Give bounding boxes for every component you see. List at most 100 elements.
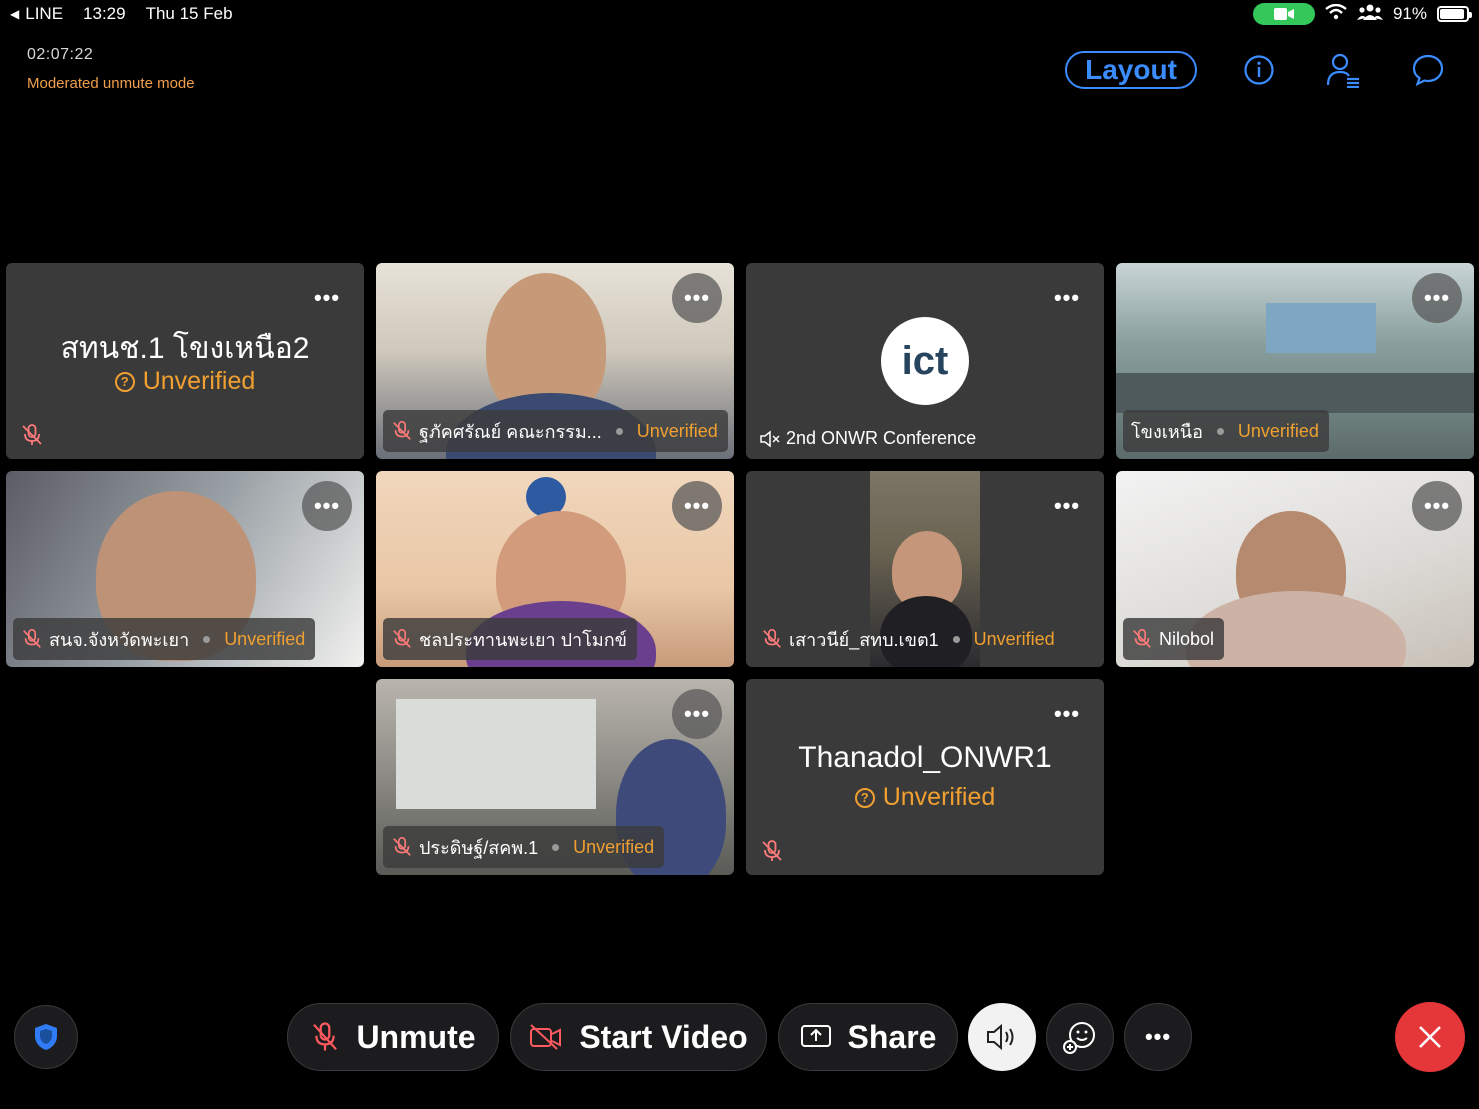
more-options-button[interactable]: ••• bbox=[1412, 481, 1462, 531]
participant-name: ชลประทานพะเยา ปาโมกข์ bbox=[419, 629, 627, 650]
security-button[interactable] bbox=[14, 1005, 78, 1069]
more-options-button[interactable]: ••• bbox=[302, 481, 352, 531]
separator-dot bbox=[203, 635, 211, 643]
verification-status: ? Unverified bbox=[746, 783, 1104, 812]
more-options-button[interactable]: ••• bbox=[672, 481, 722, 531]
participant-tile[interactable]: Thanadol_ONWR1 ? Unverified ••• bbox=[746, 679, 1104, 875]
more-options-button[interactable]: ••• bbox=[1412, 273, 1462, 323]
mic-muted-icon bbox=[1133, 629, 1151, 648]
unverified-label: Unverified bbox=[1237, 420, 1319, 441]
participant-tile[interactable]: สทนช.1 โขงเหนือ2 ? Unverified ••• bbox=[6, 263, 364, 459]
participant-label: ฐภัคศรัณย์ คณะกรรม... Unverified bbox=[383, 410, 728, 452]
mic-muted-icon bbox=[393, 421, 411, 440]
mic-muted-icon bbox=[22, 424, 42, 445]
unverified-label: Unverified bbox=[573, 836, 655, 857]
participant-tile[interactable]: ••• สนจ.จังหวัดพะเยา Unverified bbox=[6, 471, 364, 667]
participant-label: เสาวนีย์_สทบ.เขต1 Unverified bbox=[753, 618, 1065, 660]
separator-dot bbox=[615, 427, 623, 435]
more-options-button[interactable]: ••• bbox=[672, 689, 722, 739]
participant-label: ชลประทานพะเยา ปาโมกข์ bbox=[383, 618, 637, 660]
start-video-button[interactable]: Start Video bbox=[510, 1003, 767, 1071]
separator-dot bbox=[1216, 427, 1224, 435]
speaker-icon bbox=[987, 1023, 1014, 1051]
mic-muted-icon bbox=[763, 629, 781, 648]
mic-muted-icon bbox=[313, 1022, 338, 1051]
participant-label: โขงเหนือ Unverified bbox=[1123, 410, 1329, 452]
clock: 13:29 bbox=[83, 4, 126, 23]
unmute-label: Unmute bbox=[356, 1018, 476, 1055]
shield-icon bbox=[35, 1024, 57, 1050]
participant-tile[interactable]: ••• ประดิษฐ์/สคพ.1 Unverified bbox=[376, 679, 734, 875]
battery-percent: 91% bbox=[1392, 4, 1427, 23]
more-options-button[interactable]: ••• bbox=[302, 273, 352, 323]
ict-logo: ict bbox=[881, 317, 969, 405]
more-options-button[interactable]: ••• bbox=[1042, 481, 1092, 531]
unverified-label: Unverified bbox=[636, 420, 718, 441]
separator-dot bbox=[552, 843, 560, 851]
participant-name: 2nd ONWR Conference bbox=[786, 428, 977, 448]
unmute-button[interactable]: Unmute bbox=[287, 1003, 499, 1071]
participant-tile[interactable]: ••• เสาวนีย์_สทบ.เขต1 Unverified bbox=[746, 471, 1104, 667]
more-icon: ••• bbox=[1144, 1024, 1172, 1049]
status-bar-left: ◀ LINE 13:29 Thu 15 Feb bbox=[10, 4, 233, 24]
chat-icon[interactable] bbox=[1408, 50, 1448, 90]
participants-icon[interactable] bbox=[1323, 50, 1363, 90]
participant-name: Thanadol_ONWR1 bbox=[798, 741, 1052, 774]
verification-status: ? Unverified bbox=[6, 367, 364, 396]
back-arrow-icon[interactable]: ◀ bbox=[10, 7, 19, 21]
participant-tile[interactable]: ••• ชลประทานพะเยา ปาโมกข์ bbox=[376, 471, 734, 667]
participant-name: สทนช.1 โขงเหนือ2 bbox=[60, 332, 310, 365]
participant-name: ฐภัคศรัณย์ คณะกรรม... bbox=[419, 421, 602, 442]
speaker-muted-icon bbox=[760, 429, 780, 448]
participant-label: Nilobol bbox=[1123, 618, 1225, 660]
mic-muted-icon bbox=[762, 840, 782, 861]
reactions-button[interactable] bbox=[1046, 1003, 1114, 1071]
participant-tile[interactable]: ••• โขงเหนือ Unverified bbox=[1116, 263, 1474, 459]
mic-muted-icon bbox=[23, 629, 41, 648]
question-icon: ? bbox=[114, 371, 135, 392]
participant-name: โขงเหนือ bbox=[1131, 421, 1203, 442]
layout-button[interactable]: Layout bbox=[1065, 51, 1197, 89]
unverified-label: Unverified bbox=[142, 367, 256, 395]
participant-name: สนจ.จังหวัดพะเยา bbox=[49, 629, 190, 650]
camera-in-use-icon bbox=[1252, 3, 1315, 25]
meeting-timer: 02:07:22 bbox=[27, 46, 94, 63]
add-reaction-icon bbox=[1063, 1022, 1095, 1054]
meeting-table bbox=[1116, 373, 1474, 413]
status-bar-right: 91% bbox=[1252, 3, 1472, 25]
unverified-label: Unverified bbox=[973, 628, 1055, 649]
close-icon bbox=[1419, 1026, 1441, 1048]
share-button[interactable]: Share bbox=[778, 1003, 958, 1071]
unmute-mode-label: Moderated unmute mode bbox=[27, 75, 195, 92]
leave-meeting-button[interactable] bbox=[1395, 1002, 1465, 1072]
info-icon[interactable] bbox=[1239, 50, 1279, 90]
start-video-label: Start Video bbox=[579, 1018, 748, 1055]
participant-tile[interactable]: ict ••• 2nd ONWR Conference bbox=[746, 263, 1104, 459]
mic-muted-icon bbox=[393, 629, 411, 648]
audio-button[interactable] bbox=[968, 1003, 1036, 1071]
video-off-icon bbox=[530, 1024, 562, 1050]
personal-hotspot-icon bbox=[1356, 4, 1383, 25]
more-options-button[interactable]: ••• bbox=[1042, 273, 1092, 323]
unverified-label: Unverified bbox=[882, 783, 996, 811]
room-screen bbox=[1266, 303, 1376, 353]
wifi-icon bbox=[1325, 3, 1347, 25]
participant-label: ประดิษฐ์/สคพ.1 Unverified bbox=[383, 826, 665, 868]
more-options-button[interactable]: ••• bbox=[672, 273, 722, 323]
window bbox=[396, 699, 596, 809]
date: Thu 15 Feb bbox=[145, 4, 233, 23]
participant-label: 2nd ONWR Conference bbox=[760, 428, 976, 449]
more-controls-button[interactable]: ••• bbox=[1124, 1003, 1192, 1071]
participant-name: ประดิษฐ์/สคพ.1 bbox=[419, 837, 539, 858]
participant-tile[interactable]: ••• Nilobol bbox=[1116, 471, 1474, 667]
battery-icon bbox=[1437, 6, 1472, 22]
participant-name: Nilobol bbox=[1159, 628, 1215, 649]
share-label: Share bbox=[847, 1018, 937, 1055]
separator-dot bbox=[952, 635, 960, 643]
status-bar: ◀ LINE 13:29 Thu 15 Feb 91% bbox=[0, 0, 1479, 30]
participant-name: เสาวนีย์_สทบ.เขต1 bbox=[789, 629, 939, 650]
back-app-label[interactable]: LINE bbox=[25, 4, 63, 24]
more-options-button[interactable]: ••• bbox=[1042, 689, 1092, 739]
participant-tile[interactable]: ••• ฐภัคศรัณย์ คณะกรรม... Unverified bbox=[376, 263, 734, 459]
participant-label: สนจ.จังหวัดพะเยา Unverified bbox=[13, 618, 316, 660]
